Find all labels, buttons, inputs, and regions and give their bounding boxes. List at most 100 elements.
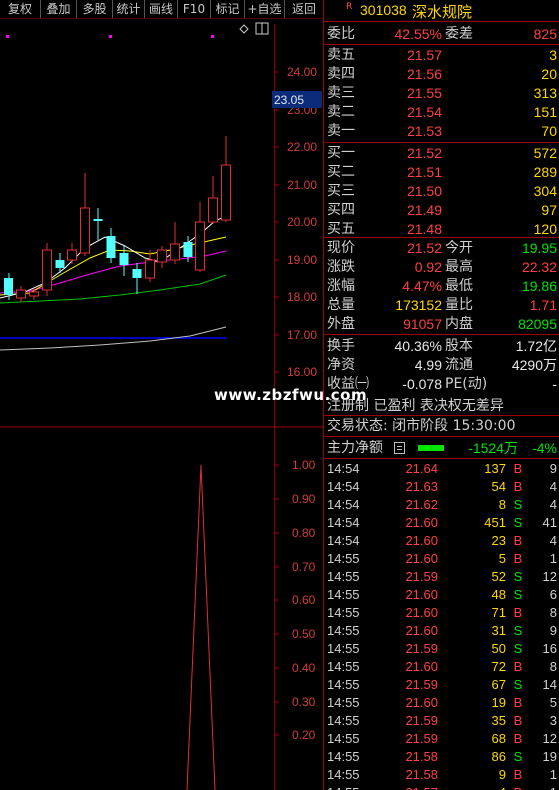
tick-volume: 9 <box>498 767 506 782</box>
tick-side: S <box>513 569 523 584</box>
kline-chart[interactable]: 24.00 23.00 22.00 21.00 20.00 19.00 18.0… <box>0 18 323 790</box>
toolbar-button-mark[interactable]: 标记 <box>211 0 245 18</box>
candle-up <box>67 249 77 261</box>
bid-label: 买一 <box>327 145 355 161</box>
main-fund-row[interactable]: 主力净额 -1524万 -4% <box>324 438 559 458</box>
stat-label: 最高 <box>445 259 473 275</box>
bid-volume: 120 <box>533 221 557 237</box>
ask-label: 卖二 <box>327 104 355 120</box>
price-axis-label: 16.00 <box>287 365 317 379</box>
registration-info: 注册制 已盈利 表决权无差异 <box>327 398 504 414</box>
ask-price: 21.57 <box>406 47 442 63</box>
window-toggle-icon[interactable] <box>255 22 269 35</box>
commission-diff-value: 825 <box>533 26 557 42</box>
tick-side: B <box>513 731 523 746</box>
finance-label: 股本 <box>445 338 473 354</box>
tick-time: 14:55 <box>327 749 360 764</box>
bid-row[interactable]: 买五 21.48 120 <box>324 220 559 238</box>
toolbar-button-overlay[interactable]: 叠加 <box>41 0 77 18</box>
quote-panel: R 301038 深水规院 委比 42.55% 委差 825 卖五 21.57 3 卖… <box>323 0 559 790</box>
tick-time: 14:54 <box>327 515 360 530</box>
toolbar-button-draw-line[interactable]: 画线 <box>145 0 178 18</box>
candle-up <box>16 289 26 299</box>
tick-count: 12 <box>542 569 557 584</box>
finance-label: PE(动) <box>445 376 488 392</box>
stat-row: 现价 21.52 今开 19.95 <box>324 239 559 257</box>
list-icon[interactable] <box>394 442 405 454</box>
stat-value: 173152 <box>395 297 442 313</box>
tick-time: 14:55 <box>327 767 360 782</box>
tick-volume: 67 <box>491 677 506 692</box>
indicator-axis-label: 0.80 <box>292 526 316 540</box>
tick-time: 14:55 <box>327 677 360 692</box>
finance-label: 收益㈠ <box>327 376 369 392</box>
tick-row: 14:55 21.57 4 B 1 <box>324 784 559 790</box>
stat-row: 涨跌 0.92 最高 22.32 <box>324 258 559 276</box>
toolbar-button-add-watchlist[interactable]: +自选 <box>245 0 285 18</box>
bid-price: 21.51 <box>406 164 442 180</box>
indicator-spike-line <box>186 464 216 790</box>
bid-volume: 304 <box>533 183 557 199</box>
tick-time: 14:55 <box>327 623 360 638</box>
candle-down <box>4 278 13 295</box>
tick-row: 14:55 21.60 48 S 6 <box>324 586 559 604</box>
diamond-icon[interactable] <box>239 24 249 34</box>
tick-side: B <box>513 784 523 790</box>
stock-name: 深水规院 <box>412 3 473 21</box>
candle-down <box>183 242 193 257</box>
tick-count: 14 <box>542 677 557 692</box>
tick-price: 21.60 <box>405 623 438 638</box>
tick-time: 14:55 <box>327 731 360 746</box>
toolbar-button-statistics[interactable]: 统计 <box>113 0 145 18</box>
bid-price: 21.52 <box>406 145 442 161</box>
tick-price: 21.64 <box>405 461 438 476</box>
ask-label: 卖五 <box>327 47 355 63</box>
toolbar-button-multi-stock[interactable]: 多股 <box>77 0 113 18</box>
tick-volume: 86 <box>491 749 506 764</box>
tick-count: 6 <box>549 587 557 602</box>
tick-time: 14:55 <box>327 784 360 790</box>
finance-value: -0.078 <box>402 376 442 392</box>
toolbar-button-back[interactable]: 返回 <box>285 0 323 18</box>
bid-row[interactable]: 买一 21.52 572 <box>324 144 559 162</box>
stat-value: 19.86 <box>521 278 557 294</box>
finance-value: - <box>552 376 557 392</box>
candle-up <box>145 259 155 279</box>
ask-volume: 70 <box>541 123 557 139</box>
bid-price: 21.49 <box>406 202 442 218</box>
stat-label: 最低 <box>445 278 473 294</box>
tick-volume: 50 <box>491 641 506 656</box>
tick-count: 8 <box>549 605 557 620</box>
tick-side: S <box>513 677 523 692</box>
price-axis-label: 20.00 <box>287 215 317 229</box>
stat-value: 19.95 <box>521 240 557 256</box>
toolbar-button-f10[interactable]: F10 <box>178 0 211 18</box>
tick-volume: 5 <box>498 551 506 566</box>
ask-row[interactable]: 卖五 21.57 3 <box>324 46 559 64</box>
bid-row[interactable]: 买二 21.51 289 <box>324 163 559 181</box>
bid-volume: 572 <box>533 145 557 161</box>
candle-up <box>80 207 90 254</box>
price-axis-label: 22.00 <box>287 140 317 154</box>
tick-time: 14:55 <box>327 695 360 710</box>
ask-row[interactable]: 卖一 21.53 70 <box>324 122 559 140</box>
tick-count: 5 <box>549 695 557 710</box>
price-axis-label: 19.00 <box>287 253 317 267</box>
tick-row: 14:55 21.59 35 B 3 <box>324 712 559 730</box>
finance-row: 收益㈠ -0.078 PE(动) - <box>324 375 559 393</box>
bid-row[interactable]: 买三 21.50 304 <box>324 182 559 200</box>
ask-row[interactable]: 卖四 21.56 20 <box>324 65 559 83</box>
ask-row[interactable]: 卖三 21.55 313 <box>324 84 559 102</box>
stat-value: 21.52 <box>406 240 442 256</box>
ask-row[interactable]: 卖二 21.54 151 <box>324 103 559 121</box>
tick-row: 14:55 21.59 68 B 12 <box>324 730 559 748</box>
toolbar-button-restore-rights[interactable]: 复权 <box>0 0 41 18</box>
stat-label: 今开 <box>445 240 473 256</box>
candle-down <box>119 253 129 265</box>
finance-label: 换手 <box>327 338 355 354</box>
chart-toolbar: 复权 叠加 多股 统计 画线 F10 标记 +自选 返回 <box>0 0 323 18</box>
bid-row[interactable]: 买四 21.49 97 <box>324 201 559 219</box>
finance-label: 流通 <box>445 357 473 373</box>
tick-price: 21.59 <box>405 569 438 584</box>
main-fund-bar <box>418 445 444 451</box>
